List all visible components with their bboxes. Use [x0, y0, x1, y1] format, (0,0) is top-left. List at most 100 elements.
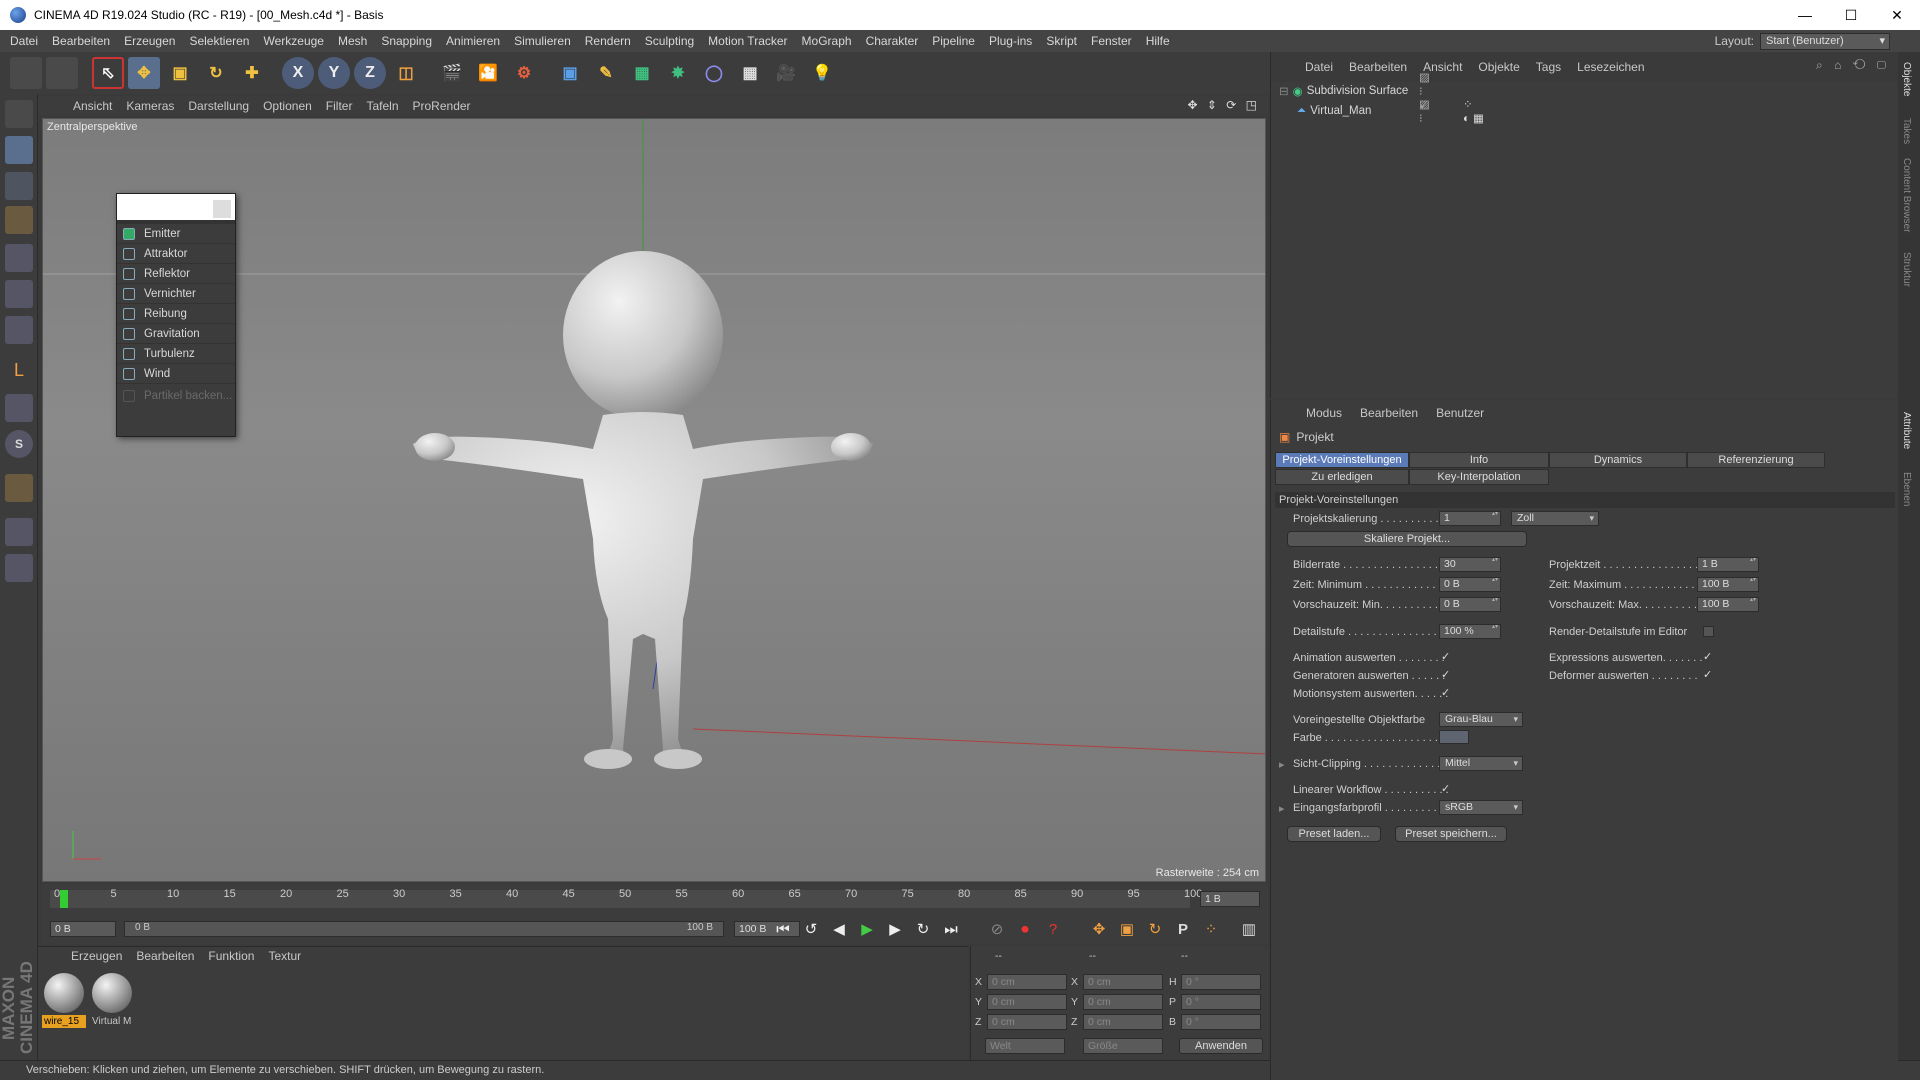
menu-erzeugen[interactable]: Erzeugen	[117, 34, 182, 48]
viewport-menu-kameras[interactable]: Kameras	[119, 99, 181, 113]
menu-sculpting[interactable]: Sculpting	[638, 34, 701, 48]
tab-zu-erledigen[interactable]: Zu erledigen	[1275, 469, 1409, 485]
object-menu-objekte[interactable]: Objekte	[1470, 60, 1527, 74]
popup-pin-button[interactable]	[213, 200, 231, 218]
timeline[interactable]: 0 5 10 15 20 25 30 35 40 45 50 55 60 65 70 75 80 85 90 95 10…	[42, 884, 1268, 914]
preset-save-button[interactable]: Preset speichern...	[1395, 826, 1507, 842]
expand-icon[interactable]: ▸	[1279, 802, 1285, 815]
axis-icon[interactable]: L	[5, 360, 33, 388]
prev-key-icon[interactable]: ↺	[800, 919, 822, 939]
preview-min-field[interactable]: 0 B	[1439, 597, 1501, 612]
eval-deformers-checkbox[interactable]: ✓	[1703, 670, 1714, 681]
key-scale-icon[interactable]: ▣	[1116, 919, 1138, 939]
z-axis-icon[interactable]: Z	[354, 57, 386, 89]
texture-mode-icon[interactable]	[5, 172, 33, 200]
x-axis-icon[interactable]: X	[282, 57, 314, 89]
attribute-menu-modus[interactable]: Modus	[1297, 406, 1351, 420]
menu-animieren[interactable]: Animieren	[439, 34, 507, 48]
subdivision-icon[interactable]: ▦	[626, 57, 658, 89]
grid-icon[interactable]	[5, 518, 33, 546]
size-z-field[interactable]: 0 cm	[1083, 1014, 1163, 1030]
popup-item-reibung[interactable]: Reibung	[117, 304, 235, 324]
tab-key-interpolation[interactable]: Key-Interpolation	[1409, 469, 1549, 485]
tag-icons[interactable]: ⁘◐▦	[1463, 97, 1487, 125]
menu-werkzeuge[interactable]: Werkzeuge	[256, 34, 330, 48]
rot-b-field[interactable]: 0 °	[1181, 1014, 1261, 1030]
coordinate-system-icon[interactable]: ◫	[390, 57, 422, 89]
color-profile-dropdown[interactable]: sRGB	[1439, 800, 1523, 815]
viewport-nav-icons[interactable]: ✥ ⇕ ⟳ ◳	[1187, 98, 1260, 112]
polygons-mode-icon[interactable]	[5, 316, 33, 344]
view-clipping-dropdown[interactable]: Mittel	[1439, 756, 1523, 771]
project-scale-unit-dropdown[interactable]: Zoll	[1511, 511, 1599, 526]
move-icon[interactable]: ✥	[128, 57, 160, 89]
side-tab-objekte[interactable]: Objekte	[1901, 62, 1912, 96]
current-frame-field[interactable]: 1 B	[1200, 891, 1260, 907]
snap-icon[interactable]: S	[5, 430, 33, 458]
select-icon[interactable]: ⬁	[92, 57, 124, 89]
attribute-menu-bearbeiten[interactable]: Bearbeiten	[1351, 406, 1427, 420]
render-settings-icon[interactable]: ⚙	[508, 57, 540, 89]
project-scale-field[interactable]: 1	[1439, 511, 1501, 526]
tweak-icon[interactable]	[5, 394, 33, 422]
start-frame-field[interactable]: 0 B	[50, 921, 116, 937]
y-axis-icon[interactable]: Y	[318, 57, 350, 89]
viewport-menu-prorender[interactable]: ProRender	[406, 99, 478, 113]
add-icon[interactable]: ✚	[236, 57, 268, 89]
layout-dropdown[interactable]: Start (Benutzer) ▾	[1760, 32, 1890, 50]
coord-x-field[interactable]: 0 cm	[987, 974, 1067, 990]
side-tab-takes[interactable]: Takes	[1901, 118, 1912, 144]
material-menu-funktion[interactable]: Funktion	[201, 949, 261, 963]
menu-datei[interactable]: Datei	[0, 34, 45, 48]
menu-motion-tracker[interactable]: Motion Tracker	[701, 34, 794, 48]
model-mode-icon[interactable]	[5, 136, 33, 164]
next-key-icon[interactable]: ↻	[912, 919, 934, 939]
eval-expressions-checkbox[interactable]: ✓	[1703, 652, 1714, 663]
size-y-field[interactable]: 0 cm	[1083, 994, 1163, 1010]
object-menu-bearbeiten[interactable]: Bearbeiten	[1341, 60, 1415, 74]
expand-icon[interactable]: ⊟	[1279, 84, 1289, 98]
side-tab-attribute[interactable]: Attribute	[1901, 412, 1912, 449]
menu-rendern[interactable]: Rendern	[578, 34, 638, 48]
popup-item-rotation[interactable]: Turbulenz	[117, 344, 235, 364]
object-search-icons[interactable]: ⌕ ⌂ ⟲ ▢	[1816, 58, 1890, 73]
array-icon[interactable]: ✸	[662, 57, 694, 89]
preset-load-button[interactable]: Preset laden...	[1287, 826, 1381, 842]
size-mode-dropdown[interactable]: Größe	[1083, 1038, 1163, 1054]
motion-record-icon[interactable]: ⊘	[986, 919, 1008, 939]
tab-dynamics[interactable]: Dynamics	[1549, 452, 1687, 468]
fps-field[interactable]: 30	[1439, 557, 1501, 572]
popup-item-reflektor[interactable]: Reflektor	[117, 264, 235, 284]
make-editable-icon[interactable]	[5, 100, 33, 128]
close-button[interactable]: ✕	[1874, 0, 1920, 30]
tab-projekt-voreinstellungen[interactable]: Projekt-Voreinstellungen	[1275, 452, 1409, 468]
redo-icon[interactable]	[46, 57, 78, 89]
popup-item-gravitation[interactable]: Gravitation	[117, 324, 235, 344]
key-position-icon[interactable]: ✥	[1088, 919, 1110, 939]
tab-referenzierung[interactable]: Referenzierung	[1687, 452, 1825, 468]
timeline-playhead[interactable]	[60, 890, 68, 908]
color-swatch[interactable]	[1439, 730, 1469, 744]
magnet-icon[interactable]	[5, 474, 33, 502]
menu-plugins[interactable]: Plug-ins	[982, 34, 1039, 48]
material-menu-erzeugen[interactable]: Erzeugen	[64, 949, 129, 963]
linear-workflow-checkbox[interactable]: ✓	[1441, 784, 1452, 795]
timeline-layout-icon[interactable]: ▥	[1238, 919, 1260, 939]
time-max-field[interactable]: 100 B	[1697, 577, 1759, 592]
edges-mode-icon[interactable]	[5, 280, 33, 308]
lock-workplane-icon[interactable]	[5, 554, 33, 582]
deformer-icon[interactable]: ◯	[698, 57, 730, 89]
rot-p-field[interactable]: 0 °	[1181, 994, 1261, 1010]
side-tab-ebenen[interactable]: Ebenen	[1901, 472, 1912, 506]
play-icon[interactable]: ▶	[856, 919, 878, 939]
material-menu-textur[interactable]: Textur	[261, 949, 308, 963]
workplane-icon[interactable]	[5, 206, 33, 234]
minimize-button[interactable]: —	[1782, 0, 1828, 30]
coord-y-field[interactable]: 0 cm	[987, 994, 1067, 1010]
coord-z-field[interactable]: 0 cm	[987, 1014, 1067, 1030]
menu-fenster[interactable]: Fenster	[1084, 34, 1139, 48]
menu-mesh[interactable]: Mesh	[331, 34, 374, 48]
rotate-icon[interactable]: ↻	[200, 57, 232, 89]
maximize-button[interactable]: ☐	[1828, 0, 1874, 30]
eval-animation-checkbox[interactable]: ✓	[1441, 652, 1452, 663]
